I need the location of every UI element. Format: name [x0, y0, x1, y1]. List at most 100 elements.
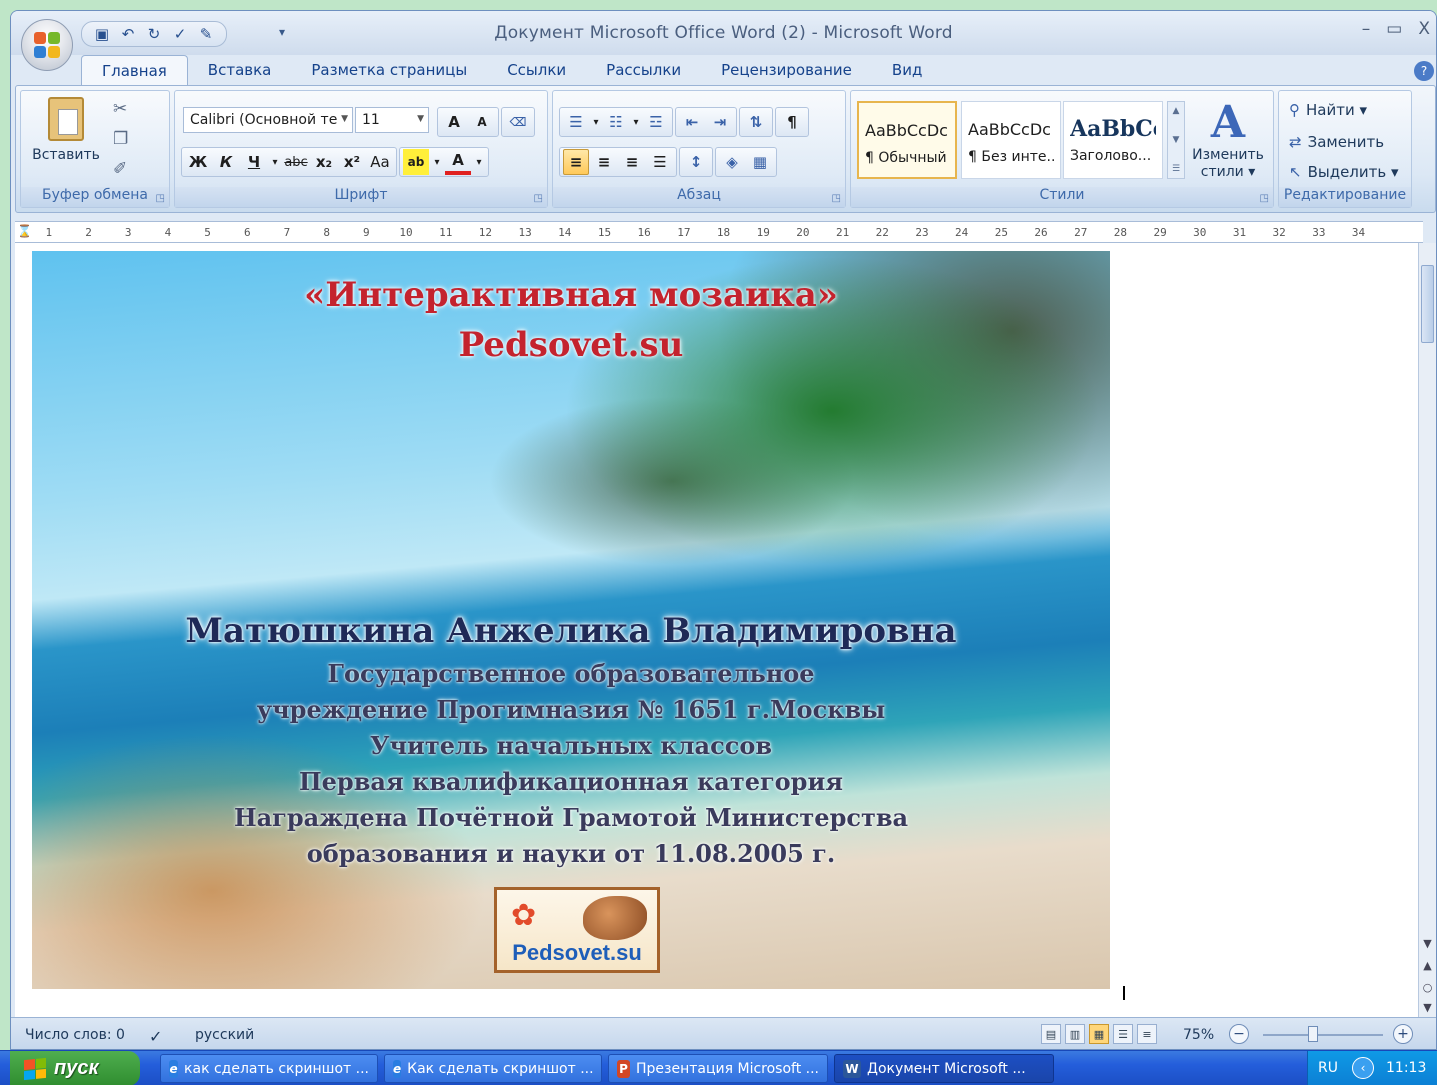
tab-view[interactable]: Вид — [872, 55, 942, 85]
change-case-button[interactable]: Aa — [367, 149, 393, 175]
ruler-tick: 10 — [399, 226, 413, 239]
chevron-down-icon[interactable]: ▼ — [1421, 937, 1434, 950]
copy-icon[interactable]: ❐ — [113, 129, 128, 149]
web-layout-icon[interactable]: ▦ — [1089, 1024, 1109, 1044]
font-color-button[interactable]: A — [445, 149, 471, 175]
find-button[interactable]: ⚲ Найти ▾ — [1289, 101, 1367, 119]
print-layout-icon[interactable]: ▤ — [1041, 1024, 1061, 1044]
group-clipboard: Вставить ✂ ❐ ✐ Буфер обмена ◳ — [20, 90, 170, 208]
tab-page-layout[interactable]: Разметка страницы — [291, 55, 487, 85]
format-painter-icon[interactable]: ✐ — [113, 159, 128, 179]
font-format-buttons: Ж К Ч ▾ abc x₂ x² Aa ab ▾ A ▾ — [181, 147, 489, 177]
strikethrough-button[interactable]: abc — [283, 149, 309, 175]
document-area[interactable]: «Интерактивная мозаика» Pedsovet.su Матю… — [15, 243, 1420, 1021]
horizontal-ruler[interactable]: ⌛ 1 2 3 4 5 6 7 8 9 10 11 12 13 14 15 16 17 18 19 20 21 22 23 2… — [15, 221, 1423, 243]
taskbar-item[interactable]: e Как сделать скриншот ... — [384, 1054, 602, 1083]
paste-button[interactable]: Вставить — [31, 97, 101, 163]
vertical-scrollbar[interactable]: ▼ ▲ ○ ▼ — [1418, 243, 1436, 1021]
underline-button[interactable]: Ч — [241, 149, 267, 175]
justify-icon[interactable]: ☰ — [647, 149, 673, 175]
chevron-down-icon[interactable]: ▾ — [473, 149, 485, 175]
restore-button[interactable]: ▭ — [1386, 19, 1402, 39]
taskbar-item-active[interactable]: W Документ Microsoft ... — [834, 1054, 1054, 1083]
shrink-font-button[interactable]: A — [469, 109, 495, 135]
tab-review[interactable]: Рецензирование — [701, 55, 872, 85]
zoom-level[interactable]: 75% — [1183, 1027, 1214, 1043]
bold-button[interactable]: Ж — [185, 149, 211, 175]
ruler-tick: 13 — [518, 226, 532, 239]
paragraph-launcher-icon[interactable]: ◳ — [832, 193, 841, 204]
decrease-indent-icon[interactable]: ⇤ — [679, 109, 705, 135]
chevron-down-icon[interactable]: ▾ — [631, 109, 641, 135]
align-left-icon[interactable]: ≡ — [563, 149, 589, 175]
zoom-in-button[interactable]: + — [1393, 1024, 1413, 1044]
clear-formatting-icon[interactable]: ⌫ — [505, 109, 531, 135]
style-normal[interactable]: AaBbCcDc ¶ Обычный — [857, 101, 957, 179]
show-formatting-marks-button[interactable]: ¶ — [779, 109, 805, 135]
office-button[interactable] — [21, 19, 73, 71]
style-no-spacing[interactable]: AaBbCcDc ¶ Без инте... — [961, 101, 1061, 179]
word-count[interactable]: Число слов: 0 — [25, 1027, 125, 1043]
previous-page-icon[interactable]: ▲ — [1421, 959, 1434, 972]
language-bar[interactable]: RU — [1318, 1060, 1338, 1076]
gallery-more-icon[interactable]: ☰ — [1172, 164, 1180, 174]
close-button[interactable]: X — [1418, 19, 1430, 39]
chevron-down-icon[interactable]: ▾ — [431, 149, 443, 175]
help-icon[interactable]: ? — [1414, 61, 1434, 81]
cut-icon[interactable]: ✂ — [113, 99, 128, 119]
spacing-box: ↕ — [679, 147, 713, 177]
zoom-out-button[interactable]: − — [1229, 1024, 1249, 1044]
browse-object-icon[interactable]: ○ — [1421, 981, 1434, 994]
align-center-icon[interactable]: ≡ — [591, 149, 617, 175]
multilevel-list-icon[interactable]: ☲ — [643, 109, 669, 135]
highlight-button[interactable]: ab — [403, 149, 429, 175]
start-button[interactable]: пуск — [10, 1051, 140, 1085]
numbering-icon[interactable]: ☷ — [603, 109, 629, 135]
taskbar-item[interactable]: P Презентация Microsoft ... — [608, 1054, 828, 1083]
chevron-up-icon[interactable]: ▲ — [1173, 106, 1180, 116]
subscript-button[interactable]: x₂ — [311, 149, 337, 175]
style-heading-1[interactable]: AaBbCc Заголово... — [1063, 101, 1163, 179]
style-gallery-scroll[interactable]: ▲ ▼ ☰ — [1167, 101, 1185, 179]
font-launcher-icon[interactable]: ◳ — [534, 193, 543, 204]
select-button[interactable]: ↖ Выделить ▾ — [1289, 163, 1399, 181]
taskbar-item[interactable]: e как сделать скриншот ... — [160, 1054, 378, 1083]
tab-references[interactable]: Ссылки — [487, 55, 586, 85]
underline-dropdown-icon[interactable]: ▾ — [269, 149, 281, 175]
style-sample: AaBbCcDc — [865, 121, 948, 140]
tab-home[interactable]: Главная — [81, 55, 188, 85]
bullets-icon[interactable]: ☰ — [563, 109, 589, 135]
minimize-button[interactable]: – — [1362, 19, 1371, 39]
font-size-combo[interactable]: 11 ▼ — [355, 107, 429, 133]
tab-mailings[interactable]: Рассылки — [586, 55, 701, 85]
font-name-combo[interactable]: Calibri (Основной те ▼ — [183, 107, 353, 133]
borders-icon[interactable]: ▦ — [747, 149, 773, 175]
chevron-down-icon[interactable]: ▼ — [1173, 135, 1180, 145]
zoom-slider-thumb[interactable] — [1308, 1026, 1318, 1042]
grow-font-button[interactable]: A — [441, 109, 467, 135]
tab-insert[interactable]: Вставка — [188, 55, 292, 85]
next-page-icon[interactable]: ▼ — [1421, 1001, 1434, 1014]
chevron-down-icon[interactable]: ▾ — [591, 109, 601, 135]
zoom-slider[interactable] — [1263, 1026, 1383, 1042]
superscript-button[interactable]: x² — [339, 149, 365, 175]
scroll-thumb[interactable] — [1421, 265, 1434, 343]
shading-icon[interactable]: ◈ — [719, 149, 745, 175]
proofing-icon[interactable]: ✓ — [149, 1027, 162, 1046]
full-screen-reading-icon[interactable]: ▥ — [1065, 1024, 1085, 1044]
outline-icon[interactable]: ☰ — [1113, 1024, 1133, 1044]
ruler-tick: 34 — [1351, 226, 1366, 239]
sort-icon[interactable]: ⇅ — [743, 109, 769, 135]
ruler-tick: 15 — [597, 226, 612, 239]
line-spacing-icon[interactable]: ↕ — [683, 149, 709, 175]
italic-button[interactable]: К — [213, 149, 239, 175]
draft-icon[interactable]: ≡ — [1137, 1024, 1157, 1044]
clipboard-launcher-icon[interactable]: ◳ — [156, 193, 165, 204]
replace-button[interactable]: ⇄ Заменить — [1289, 133, 1384, 151]
styles-launcher-icon[interactable]: ◳ — [1260, 193, 1269, 204]
change-styles-button[interactable]: A Изменить стили ▾ — [1187, 99, 1269, 181]
align-right-icon[interactable]: ≡ — [619, 149, 645, 175]
tray-expand-icon[interactable]: ‹ — [1352, 1057, 1374, 1079]
language-indicator[interactable]: русский — [195, 1027, 254, 1043]
increase-indent-icon[interactable]: ⇥ — [707, 109, 733, 135]
